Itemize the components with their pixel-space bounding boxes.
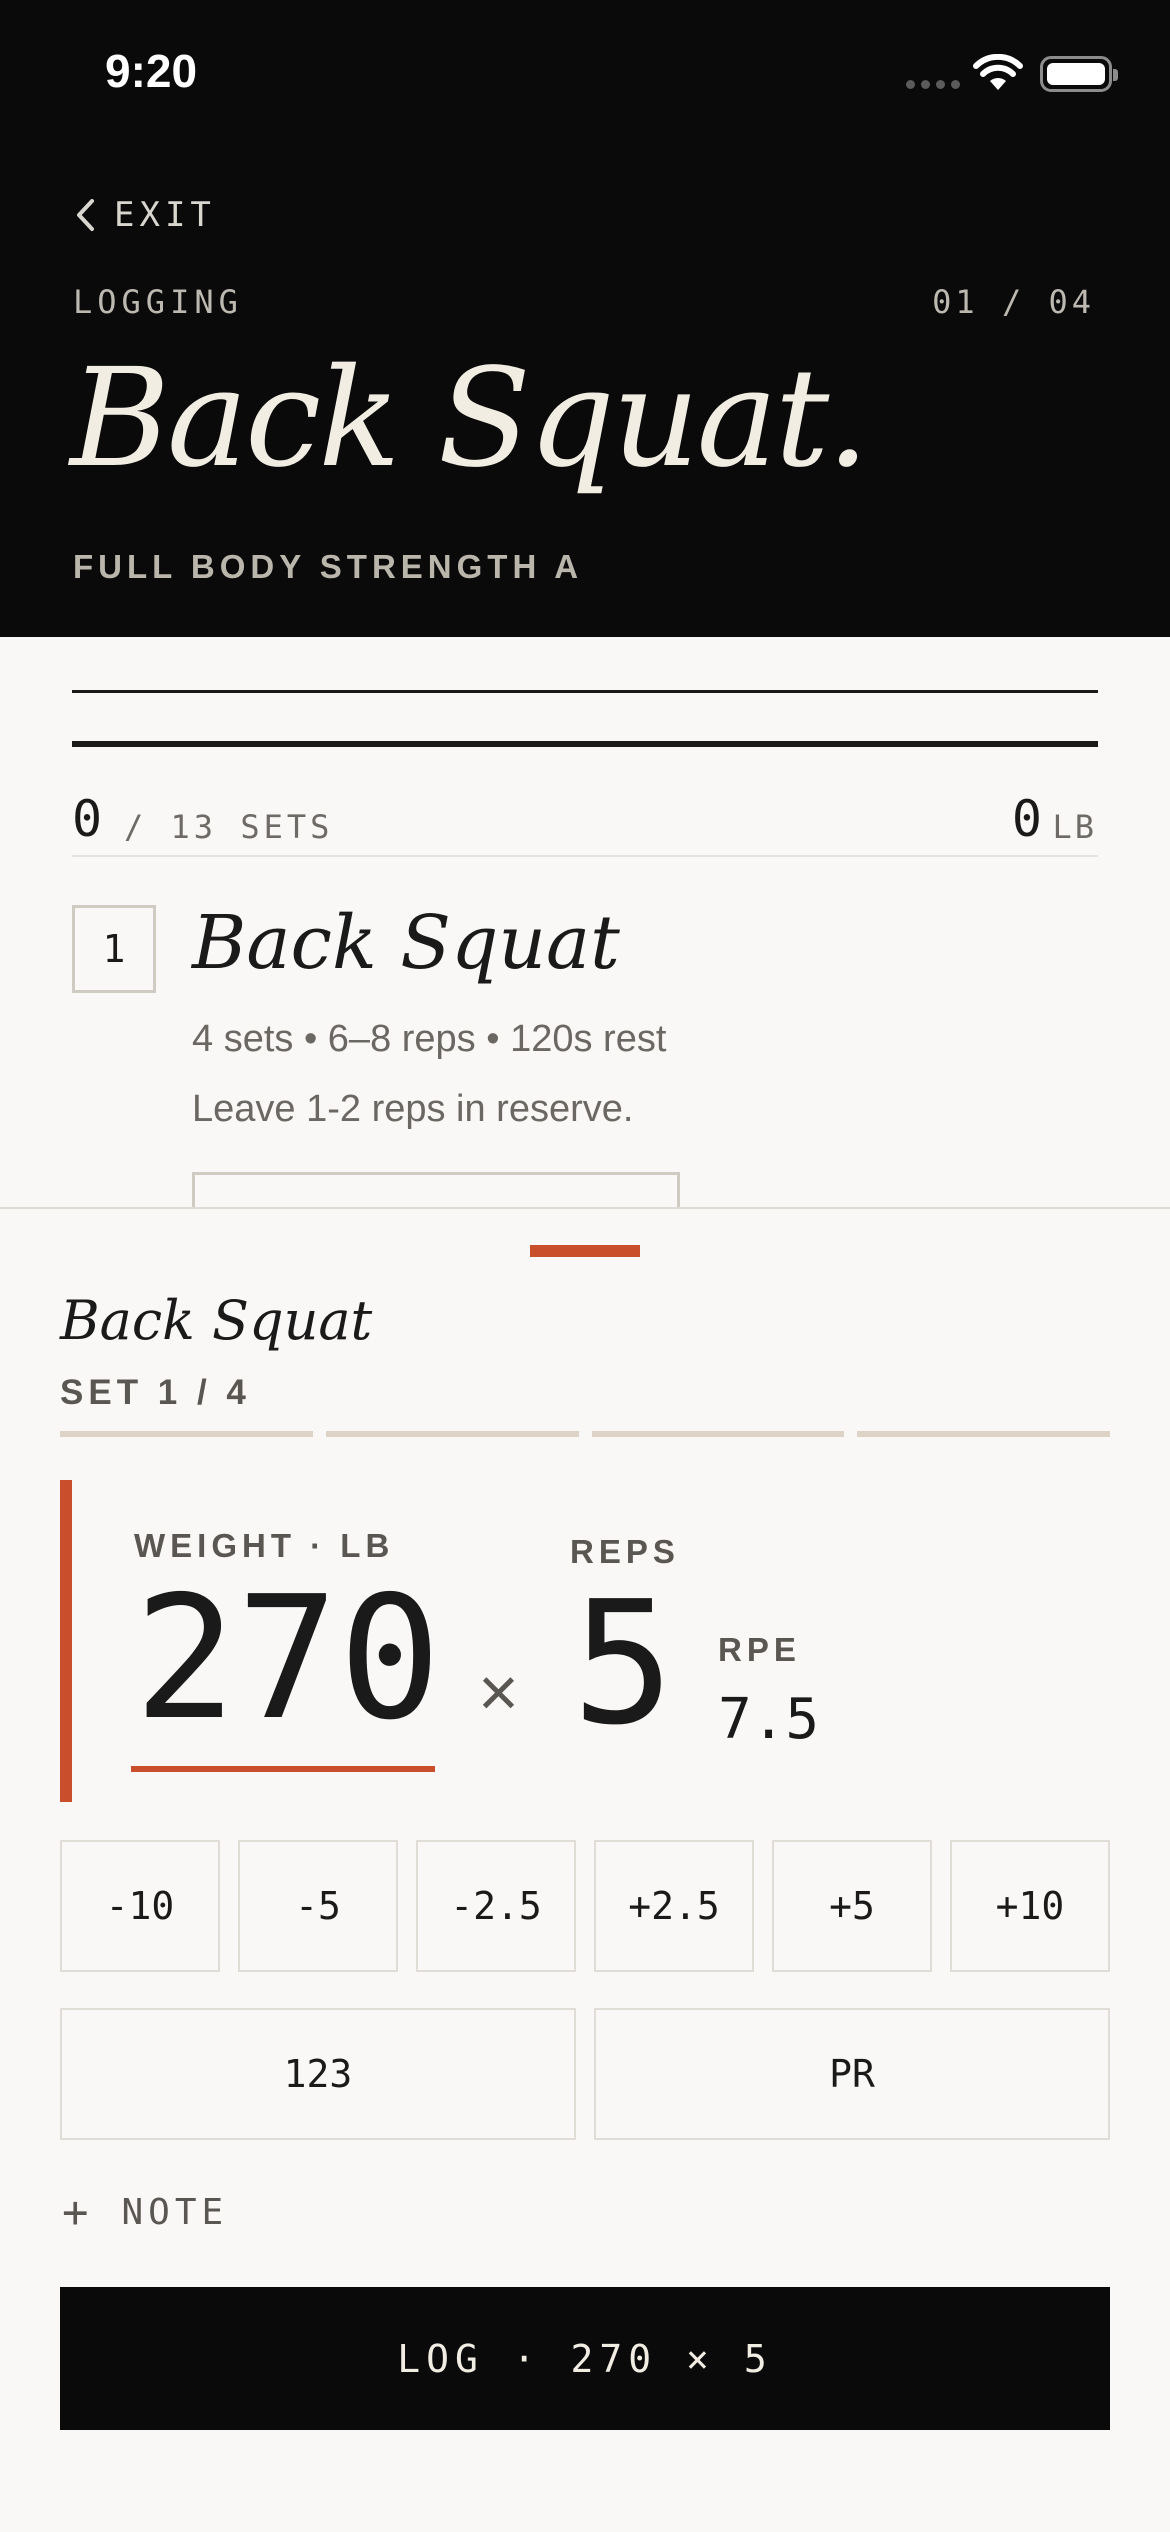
sheet-handle[interactable]	[530, 1245, 640, 1257]
active-entry-indicator	[60, 1480, 72, 1802]
battery-icon	[1040, 56, 1118, 92]
rpe-input[interactable]: 7.5	[718, 1687, 819, 1752]
volume-unit: LB	[1052, 808, 1097, 846]
times-icon: ×	[478, 1653, 519, 1731]
exercise-progress: 01 / 04	[932, 283, 1095, 321]
adjust-minus-5-button[interactable]: -5	[238, 1840, 398, 1972]
pr-button[interactable]: PR	[594, 2008, 1110, 2140]
exit-label: EXIT	[114, 195, 216, 235]
set-label: SET 1 / 4	[60, 1373, 251, 1412]
add-note-button[interactable]: + NOTE	[62, 2187, 228, 2238]
workout-name: FULL BODY STRENGTH A	[73, 548, 584, 585]
exit-button[interactable]: EXIT	[74, 195, 216, 235]
sets-total-label: / 13 SETS	[124, 808, 334, 846]
exercise-index: 1	[72, 905, 156, 993]
sheet-exercise-name: Back Squat	[60, 1289, 373, 1352]
set-progress-bar	[60, 1431, 313, 1437]
exercise-name[interactable]: Back Squat	[192, 900, 620, 986]
keypad-button[interactable]: 123	[60, 2008, 576, 2140]
add-note-label: NOTE	[121, 2192, 229, 2233]
log-set-button[interactable]: LOG · 270 × 5	[60, 2287, 1110, 2430]
adjust-plus-5-button[interactable]: +5	[772, 1840, 932, 1972]
sets-done-count: 0	[72, 790, 103, 848]
chevron-left-icon	[77, 199, 94, 231]
adjust-minus-10-button[interactable]: -10	[60, 1840, 220, 1972]
adjust-minus-2-5-button[interactable]: -2.5	[416, 1840, 576, 1972]
set-progress-bars	[60, 1431, 1110, 1437]
set-progress-bar	[857, 1431, 1110, 1437]
set-progress-bar	[591, 1431, 845, 1437]
utility-row: 123 PR	[60, 2008, 1110, 2140]
set-progress-bar	[325, 1431, 579, 1437]
set-row-preview	[192, 1172, 680, 1212]
log-set-sheet: Back Squat SET 1 / 4 WEIGHT · LB 270 × R…	[0, 1207, 1170, 2532]
weight-adjust-row: -10 -5 -2.5 +2.5 +5 +10	[60, 1840, 1110, 1972]
rpe-label: RPE	[718, 1631, 801, 1668]
divider	[72, 741, 1098, 747]
divider	[72, 855, 1098, 857]
reps-input[interactable]: 5	[572, 1579, 674, 1749]
adjust-plus-10-button[interactable]: +10	[950, 1840, 1110, 1972]
wifi-icon	[973, 54, 1023, 90]
page-title: Back Squat.	[70, 340, 870, 498]
exercise-note: Leave 1-2 reps in reserve.	[192, 1088, 634, 1130]
exercise-meta: 4 sets • 6–8 reps • 120s rest	[192, 1018, 667, 1060]
weight-input-underline	[131, 1766, 435, 1772]
divider	[72, 690, 1098, 693]
signal-icon	[906, 80, 960, 89]
status-time: 9:20	[105, 45, 198, 97]
header: 9:20 EXIT LOGGING 01 / 04 Back Squat. FU…	[0, 0, 1170, 637]
weight-input[interactable]: 270	[134, 1574, 441, 1744]
plus-icon: +	[62, 2187, 94, 2238]
mode-label: LOGGING	[73, 283, 243, 321]
volume-value: 0	[1011, 790, 1042, 848]
adjust-plus-2-5-button[interactable]: +2.5	[594, 1840, 754, 1972]
